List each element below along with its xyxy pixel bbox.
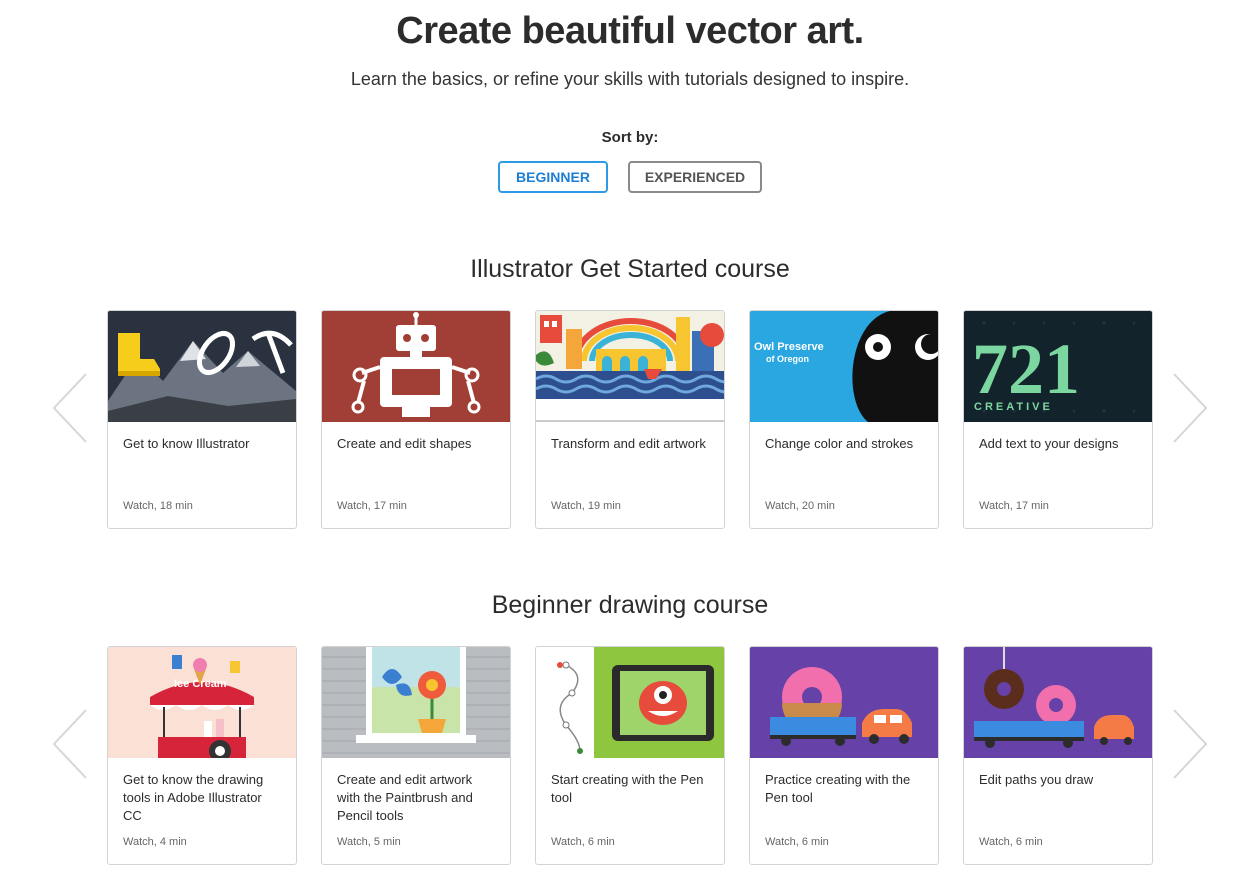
sort-experienced-button[interactable]: EXPERIENCED: [628, 161, 762, 193]
card-title: Practice creating with the Pen tool: [765, 772, 911, 805]
card-thumbnail: [964, 647, 1152, 758]
course-card[interactable]: Transform and edit artwork Watch, 19 min: [535, 310, 725, 529]
card-title: Edit paths you draw: [979, 772, 1094, 787]
course-card[interactable]: Create and edit artwork with the Paintbr…: [321, 646, 511, 865]
course-card[interactable]: Edit paths you draw Watch, 6 min: [963, 646, 1153, 865]
card-title: Start creating with the Pen tool: [551, 772, 704, 805]
section-title-drawing: Beginner drawing course: [491, 591, 769, 619]
card-duration: Watch, 6 min: [979, 836, 1043, 848]
card-duration: Watch, 4 min: [123, 836, 187, 848]
card-duration: Watch, 5 min: [337, 836, 401, 848]
card-duration: Watch, 6 min: [765, 836, 829, 848]
card-thumbnail: [750, 647, 938, 758]
course-card[interactable]: Practice creating with the Pen tool Watc…: [749, 646, 939, 865]
card-thumbnail: 721 CREATIVE: [964, 311, 1152, 422]
card-duration: Watch, 6 min: [551, 836, 615, 848]
sort-button-group: BEGINNER EXPERIENCED: [0, 161, 1260, 193]
sort-label: Sort by:: [601, 129, 659, 146]
page-subtitle: Learn the basics, or refine your skills …: [350, 69, 910, 89]
card-title: Get to know Illustrator: [123, 436, 250, 451]
card-title: Add text to your designs: [979, 436, 1119, 451]
course-carousel-get-started: Get to know Illustrator Watch, 18 min Cr…: [0, 310, 1260, 530]
page-title: Create beautiful vector art.: [396, 10, 864, 52]
card-thumbnail: [108, 311, 296, 422]
card-title: Change color and strokes: [765, 436, 914, 451]
card-duration: Watch, 18 min: [123, 500, 193, 512]
card-thumbnail: Ice Cream: [108, 647, 296, 758]
section-title-get-started: Illustrator Get Started course: [470, 255, 790, 283]
card-duration: Watch, 17 min: [337, 500, 407, 512]
card-duration: Watch, 17 min: [979, 500, 1049, 512]
thumb-logo-text: Owl Preserve: [754, 341, 824, 353]
card-title: Create and edit artwork with the Paintbr…: [337, 772, 473, 823]
thumb-logo-number: 721: [972, 329, 1080, 409]
card-thumbnail: [322, 311, 510, 422]
thumb-logo-word: CREATIVE: [974, 401, 1053, 413]
course-card[interactable]: 721 CREATIVE Add text to your designs Wa…: [963, 310, 1153, 529]
course-card[interactable]: Owl Preserve of Oregon Change color and …: [749, 310, 939, 529]
sort-beginner-button[interactable]: BEGINNER: [498, 161, 608, 193]
course-card[interactable]: Start creating with the Pen tool Watch, …: [535, 646, 725, 865]
thumb-logo-subtext: of Oregon: [766, 354, 809, 364]
card-title: Get to know the drawing tools in Adobe I…: [123, 772, 264, 823]
card-title: Create and edit shapes: [337, 436, 472, 451]
course-carousel-drawing: Ice Cream Get to know the drawing tools …: [0, 646, 1260, 866]
card-duration: Watch, 19 min: [551, 500, 621, 512]
card-thumbnail: [536, 311, 724, 422]
course-card[interactable]: Ice Cream Get to know the drawing tools …: [107, 646, 297, 865]
card-thumbnail: Owl Preserve of Oregon: [750, 311, 938, 422]
card-duration: Watch, 20 min: [765, 500, 835, 512]
course-card[interactable]: Get to know Illustrator Watch, 18 min: [107, 310, 297, 529]
card-thumbnail: [536, 647, 724, 758]
course-card[interactable]: Create and edit shapes Watch, 17 min: [321, 310, 511, 529]
card-title: Transform and edit artwork: [551, 436, 706, 451]
card-thumbnail: [322, 647, 510, 758]
